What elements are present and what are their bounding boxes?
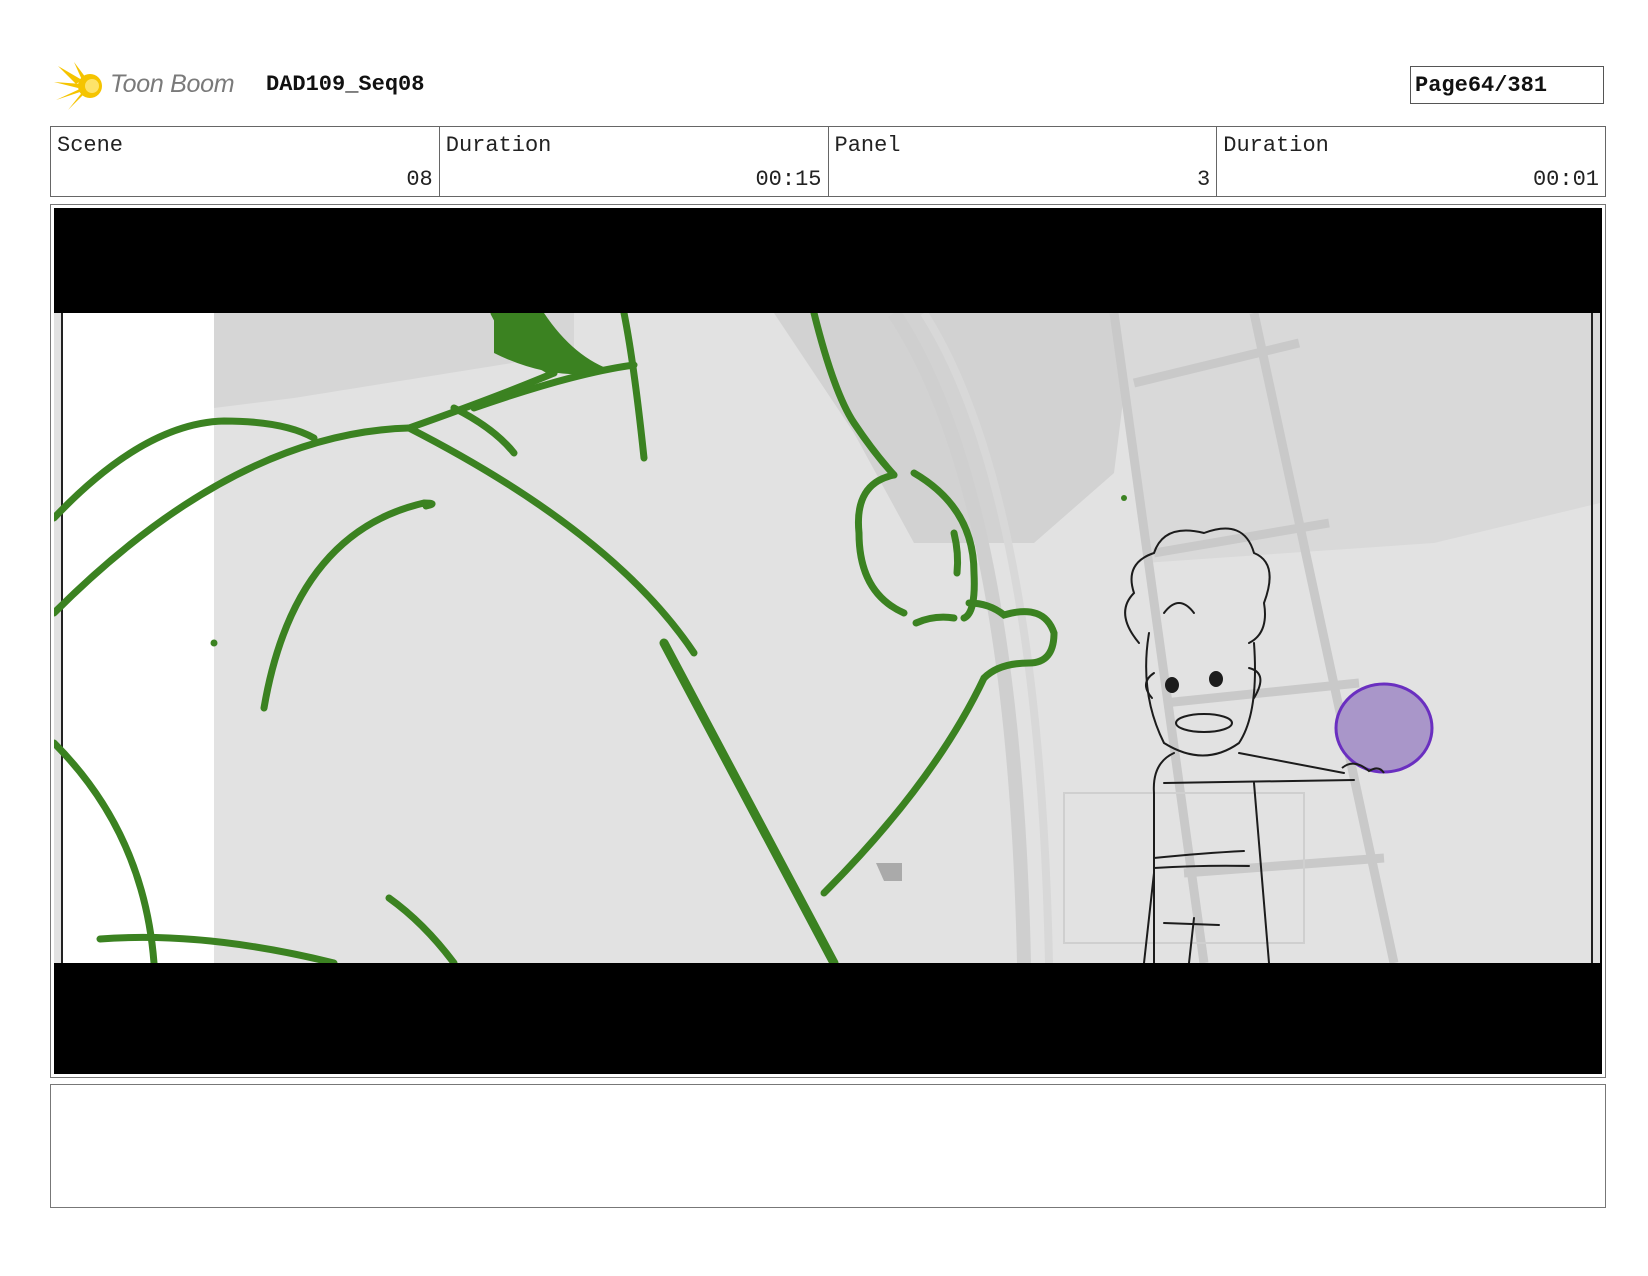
kid-left-eye	[1165, 677, 1179, 693]
scene-label: Scene	[57, 133, 124, 158]
storyboard-panel	[50, 204, 1606, 1078]
panel-value: 3	[1197, 167, 1211, 192]
panel-cell: Panel 3	[829, 127, 1218, 196]
logo-text: Toon Boom	[110, 70, 235, 98]
page-header: Toon Boom DAD109_Seq08 Page 64/381	[50, 58, 1610, 114]
letterbox	[54, 208, 1602, 1074]
panel-duration-label: Duration	[1223, 133, 1329, 158]
panel-duration-value: 00:01	[1532, 167, 1599, 192]
starburst-icon	[54, 62, 102, 110]
panel-label: Panel	[834, 133, 901, 158]
page-number: 64/381	[1467, 72, 1548, 98]
scene-duration-cell: Duration 00:15	[440, 127, 829, 196]
page-indicator: Page 64/381	[1410, 66, 1604, 104]
panel-notes-box	[50, 1084, 1606, 1208]
left-white-strip	[62, 313, 214, 963]
project-title: DAD109_Seq08	[266, 72, 425, 97]
panel-drawing	[54, 313, 1600, 963]
kid-right-eye	[1209, 671, 1223, 687]
scene-duration-label: Duration	[445, 133, 552, 158]
scene-cell: Scene 08	[51, 127, 440, 196]
scene-duration-value: 00:15	[755, 167, 822, 192]
scene-value: 08	[406, 167, 433, 192]
panel-duration-cell: Duration 00:01	[1217, 127, 1605, 196]
page-label: Page	[1415, 72, 1468, 98]
toon-boom-logo: Toon Boom	[52, 60, 252, 112]
scene-info-table: Scene 08 Duration 00:15 Panel 3 Duration…	[50, 126, 1606, 197]
purple-orb	[1334, 682, 1434, 774]
